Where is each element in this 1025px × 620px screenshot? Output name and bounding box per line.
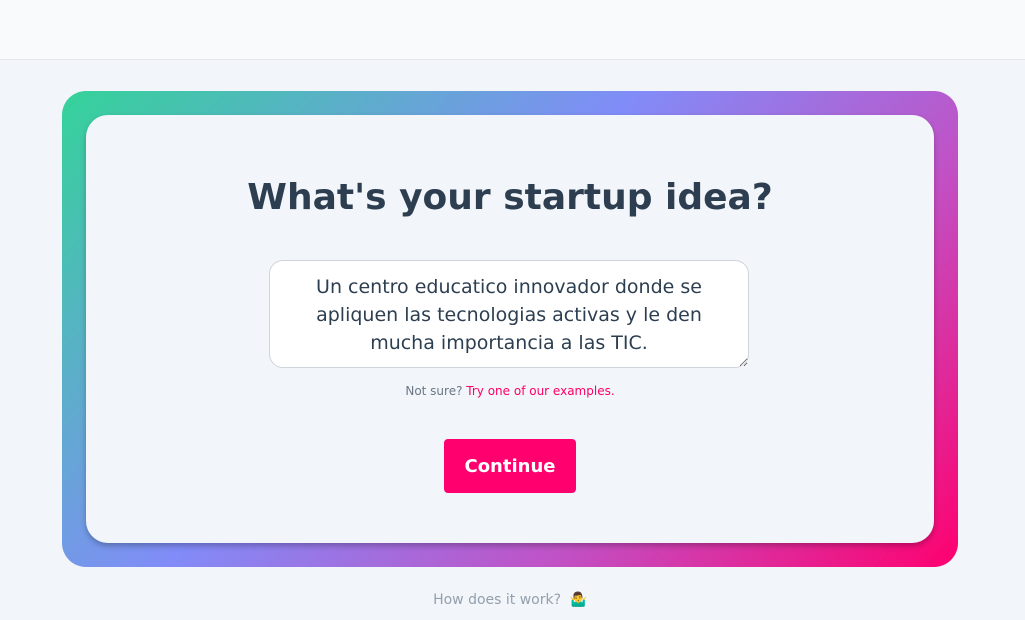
- examples-hint: Not sure? Try one of our examples.: [86, 384, 934, 398]
- startup-idea-textarea[interactable]: Un centro educatico innovador donde se a…: [269, 260, 749, 368]
- top-bar: [0, 0, 1025, 60]
- gradient-border-frame: What's your startup idea? Un centro educ…: [62, 91, 958, 567]
- how-label: How does it work?: [433, 592, 562, 608]
- hint-prefix: Not sure?: [405, 384, 463, 398]
- idea-card: What's your startup idea? Un centro educ…: [86, 115, 934, 543]
- person-shrugging-icon: 🤷‍♂️: [569, 592, 587, 608]
- page-title: What's your startup idea?: [247, 177, 773, 218]
- continue-button[interactable]: Continue: [444, 439, 576, 493]
- examples-link[interactable]: Try one of our examples.: [466, 384, 614, 398]
- how-does-it-work-link[interactable]: How does it work? 🤷‍♂️: [0, 592, 1020, 608]
